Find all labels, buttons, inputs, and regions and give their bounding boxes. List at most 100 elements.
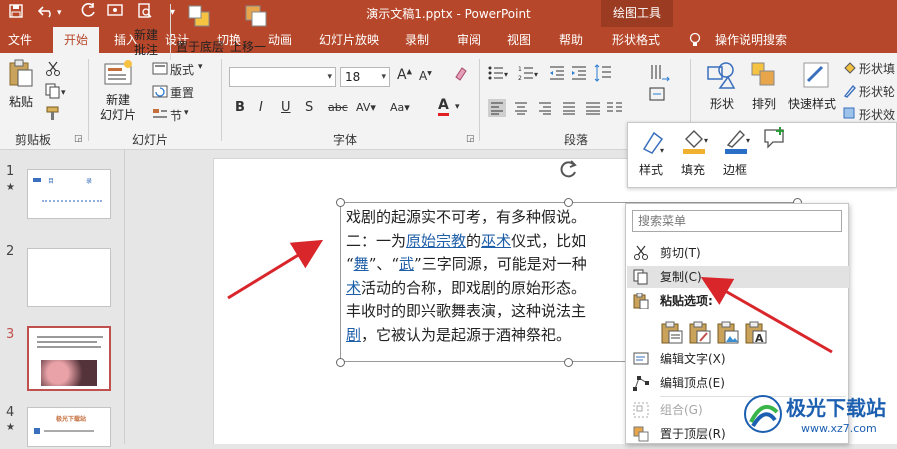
tab-record[interactable]: 录制 xyxy=(397,27,437,53)
decrease-indent-icon[interactable] xyxy=(549,65,565,84)
resize-handle[interactable] xyxy=(336,358,345,367)
change-case-icon[interactable]: Aa▾ xyxy=(390,101,410,114)
clear-format-icon[interactable] xyxy=(452,65,468,86)
shape-effects-button[interactable]: 形状效 xyxy=(859,106,895,123)
tab-home[interactable]: 开始 xyxy=(53,27,99,53)
layout-dropdown-icon[interactable]: ▾ xyxy=(198,62,203,72)
bring-forward-button[interactable]: 上移一 xyxy=(230,38,270,55)
watermark-url: www.xz7.com xyxy=(801,422,877,435)
paste-use-destination-theme-icon[interactable] xyxy=(660,321,684,345)
menu-search-input[interactable]: 搜索菜单 xyxy=(632,210,842,232)
shapes-button[interactable]: 形状 xyxy=(704,95,740,112)
menu-item-label: 编辑文字(X) xyxy=(660,352,726,366)
font-color-icon[interactable]: A xyxy=(438,98,449,116)
style-button[interactable]: 样式 xyxy=(634,161,668,178)
tab-view[interactable]: 视图 xyxy=(499,27,539,53)
tab-slideshow[interactable]: 幻灯片放映 xyxy=(313,27,385,53)
shapes-icon[interactable] xyxy=(706,61,736,92)
section-button[interactable]: 节 xyxy=(170,107,182,124)
line-spacing-icon[interactable] xyxy=(594,64,614,85)
fill-button[interactable]: 填充 xyxy=(676,161,710,178)
bold-icon[interactable]: B xyxy=(235,100,245,115)
shadow-icon[interactable]: S xyxy=(305,100,313,115)
italic-icon[interactable]: I xyxy=(259,100,263,115)
increase-indent-icon[interactable] xyxy=(571,65,587,84)
align-center-icon[interactable] xyxy=(512,99,530,120)
text-direction-icon[interactable] xyxy=(649,64,671,85)
cut-icon[interactable] xyxy=(45,61,61,80)
border-button[interactable]: 边框 xyxy=(718,161,752,178)
char-spacing-icon[interactable]: AV▾ xyxy=(356,101,376,114)
distributed-icon[interactable] xyxy=(584,99,602,120)
numbering-icon[interactable]: 1 2 ▾ xyxy=(518,65,540,84)
hyperlink[interactable]: 术 xyxy=(346,279,361,297)
underline-icon[interactable]: U xyxy=(281,100,291,115)
slide-thumbnail-1[interactable]: 目 录 xyxy=(27,169,111,219)
shape-outline-button[interactable]: 形状轮 xyxy=(859,83,895,100)
animation-star-icon: ★ xyxy=(6,422,15,433)
dialog-launcher-icon[interactable]: ◲ xyxy=(74,134,83,144)
quick-styles-icon[interactable] xyxy=(802,61,830,92)
tab-file[interactable]: 文件 xyxy=(0,27,40,53)
tab-help[interactable]: 帮助 xyxy=(551,27,591,53)
new-comment-button[interactable]: 新建 批注 xyxy=(130,28,162,58)
slide-thumbnail-2[interactable] xyxy=(27,248,111,307)
tab-review[interactable]: 审阅 xyxy=(449,27,489,53)
align-right-icon[interactable] xyxy=(536,99,554,120)
fill-bucket-icon[interactable]: ▾ xyxy=(680,127,710,158)
slide-thumbnail-4[interactable]: 极光下载站 xyxy=(27,407,111,447)
hyperlink[interactable]: 剧 xyxy=(346,326,361,344)
font-name-combo[interactable]: ▾ xyxy=(229,67,336,87)
menu-item-edit-points[interactable]: 编辑顶点(E) xyxy=(627,372,849,394)
reset-button[interactable]: 重置 xyxy=(170,84,194,101)
rotate-handle-icon[interactable] xyxy=(557,158,579,183)
font-size-combo[interactable]: 18 ▾ xyxy=(340,67,390,87)
hyperlink[interactable]: 巫术 xyxy=(481,232,511,250)
arrange-button[interactable]: 排列 xyxy=(748,95,780,112)
format-painter-icon[interactable] xyxy=(45,105,61,124)
bring-forward-icon[interactable] xyxy=(244,4,268,33)
shrink-font-icon[interactable]: A▼ xyxy=(419,69,432,83)
justify-icon[interactable] xyxy=(560,99,578,120)
copy-icon[interactable]: ▾ xyxy=(45,83,67,102)
outline-pen-icon[interactable]: ▾ xyxy=(722,127,752,158)
section-dropdown-icon[interactable]: ▾ xyxy=(184,108,189,118)
strikethrough-icon[interactable]: abc xyxy=(328,101,348,114)
slide-thumbnail-3[interactable] xyxy=(27,326,111,391)
send-to-back-button[interactable]: 置于底层 xyxy=(174,38,226,55)
menu-item-copy[interactable]: 复制(C) xyxy=(627,266,849,288)
new-slide-button[interactable]: 新建 幻灯片 xyxy=(96,93,140,123)
paste-button[interactable]: 粘贴 xyxy=(6,93,36,110)
arrange-icon[interactable] xyxy=(750,61,778,92)
menu-item-edit-text[interactable]: 编辑文字(X) xyxy=(627,348,849,370)
hyperlink[interactable]: 原始宗教 xyxy=(406,232,466,250)
resize-handle[interactable] xyxy=(564,358,573,367)
paste-text-only-icon[interactable]: A xyxy=(744,321,768,345)
send-to-back-icon[interactable] xyxy=(187,4,213,33)
new-comment-icon[interactable] xyxy=(762,127,788,154)
shape-style-icon[interactable]: ▾ xyxy=(640,129,668,158)
quick-styles-button[interactable]: 快速样式 xyxy=(784,95,840,112)
hyperlink[interactable]: 舞 xyxy=(354,255,369,273)
shape-fill-button[interactable]: 形状填 xyxy=(859,60,895,77)
thumb-decor xyxy=(42,200,102,206)
hyperlink[interactable]: 武 xyxy=(399,255,414,273)
paste-picture-icon[interactable] xyxy=(716,321,740,345)
tell-me-search[interactable]: 操作说明搜索 xyxy=(709,27,793,53)
resize-handle[interactable] xyxy=(336,198,345,207)
align-left-icon[interactable] xyxy=(488,99,506,117)
menu-item-label: 复制(C) xyxy=(660,270,702,284)
bullets-icon[interactable]: ▾ xyxy=(488,65,510,84)
align-text-icon[interactable] xyxy=(649,86,671,105)
font-color-dropdown-icon[interactable]: ▾ xyxy=(455,102,460,112)
grow-font-icon[interactable]: A▲ xyxy=(397,67,412,83)
bring-to-front-icon xyxy=(633,426,650,442)
menu-item-cut[interactable]: 剪切(T) xyxy=(627,242,849,264)
new-slide-icon[interactable] xyxy=(103,59,135,90)
paste-keep-source-format-icon[interactable] xyxy=(688,321,712,345)
paste-icon[interactable] xyxy=(8,59,34,92)
columns-icon[interactable] xyxy=(606,100,624,119)
font-dialog-launcher-icon[interactable]: ◲ xyxy=(466,134,475,144)
layout-button[interactable]: 版式 xyxy=(170,61,194,78)
tab-shape-format[interactable]: 形状格式 xyxy=(603,27,669,53)
